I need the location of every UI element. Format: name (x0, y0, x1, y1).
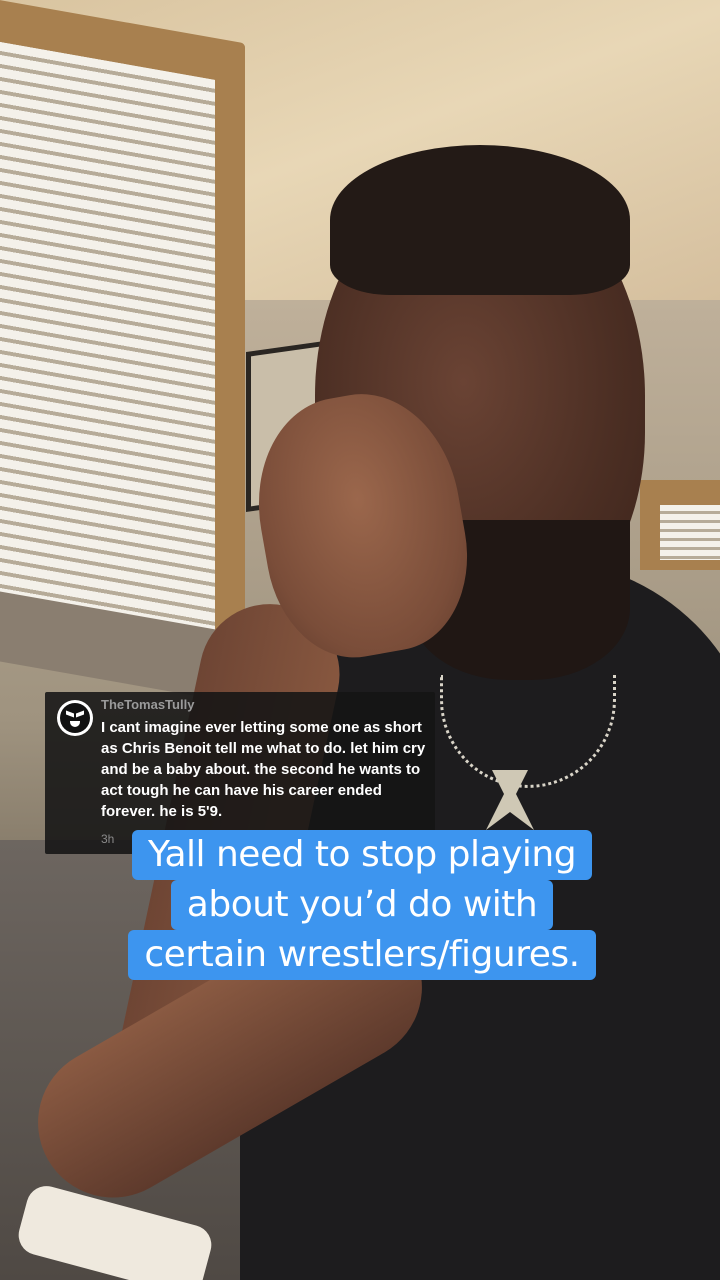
video-caption: Yall need to stop playing about you’d do… (112, 830, 612, 980)
caption-line-2: about you’d do with (170, 880, 554, 930)
caption-line: Yall need to stop playing (112, 830, 612, 880)
mask-shape (60, 703, 90, 733)
caption-line-1: Yall need to stop playing (131, 830, 593, 880)
window-blinds (0, 40, 215, 650)
caption-line: about you’d do with (112, 880, 612, 930)
wrestler-mask-avatar-icon[interactable] (57, 700, 93, 736)
right-window-blinds (660, 505, 720, 560)
comment-text: I cant imagine ever letting some one as … (101, 719, 426, 820)
caption-line-3: certain wrestlers/figures. (128, 930, 596, 980)
person-hair (330, 145, 630, 295)
video-frame[interactable] (0, 0, 720, 1280)
comment-username[interactable]: TheTomasTully (101, 697, 194, 712)
caption-line: certain wrestlers/figures. (112, 930, 612, 980)
